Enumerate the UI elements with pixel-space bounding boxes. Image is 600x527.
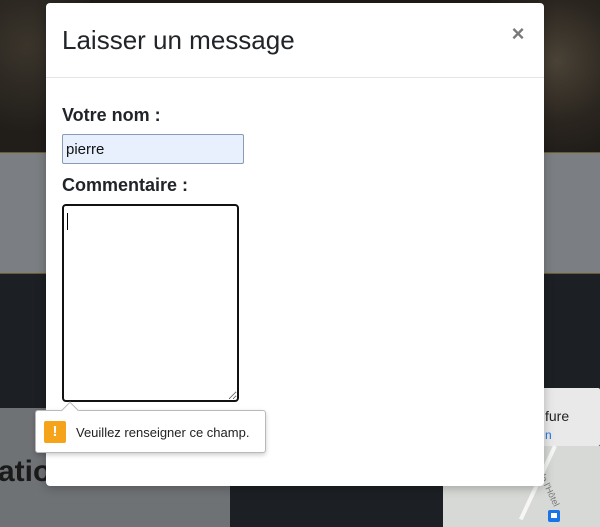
close-icon[interactable]: × [508,21,528,47]
bus-stop-icon [548,510,560,522]
name-input[interactable] [62,134,244,164]
map-card-text: fure [545,408,570,424]
validation-message: Veuillez renseigner ce champ. [76,425,250,440]
warning-icon: ! [44,421,66,443]
modal-title: Laisser un message [62,25,295,55]
text-caret [67,213,68,230]
name-label: Votre nom : [62,105,161,125]
modal-header: Laisser un message × [46,3,544,78]
comment-textarea[interactable] [62,204,239,402]
validation-tooltip: ! Veuillez renseigner ce champ. [35,401,266,453]
map-card-link: n [545,428,552,442]
comment-label: Commentaire : [62,175,189,195]
